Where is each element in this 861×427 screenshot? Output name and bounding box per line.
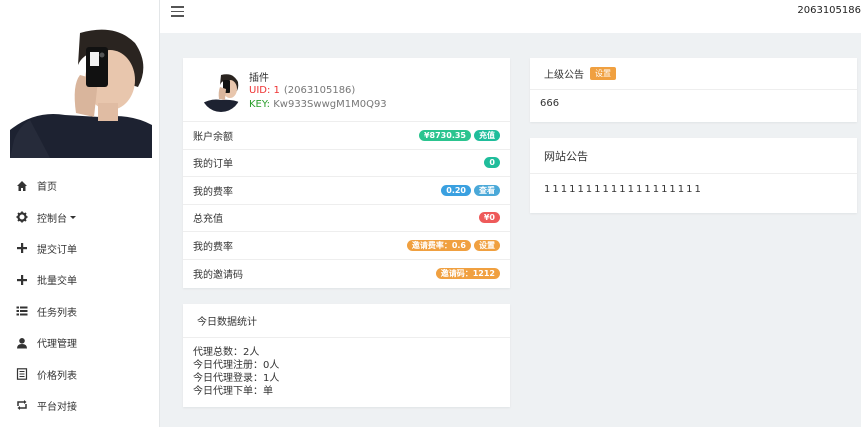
row-label: 我的订单 xyxy=(193,159,233,171)
profile-card: 插件 UID: 1 (2063105186) KEY: Kw933SwwgM1M0… xyxy=(183,58,510,288)
invite-code-badge[interactable]: 邀请码：1212 xyxy=(435,267,500,279)
card-title: 今日数据统计 xyxy=(183,304,510,338)
sidebar-item-label: 价格列表 xyxy=(37,370,77,382)
key-value: Kw933SwwgM1M0Q93 xyxy=(273,99,387,110)
profile-name: 插件 xyxy=(249,73,269,84)
view-rate-button[interactable]: 查看 xyxy=(474,184,500,196)
uid-number: (2063105186) xyxy=(283,85,356,96)
total-recharge-badge: ¥0 xyxy=(478,212,500,224)
total-recharge-row: 总充值 ¥0 xyxy=(183,205,510,232)
sidebar-item-task-list[interactable]: 任务列表 xyxy=(0,296,160,327)
site-notice-card: 网站公告 1111111111111111111 xyxy=(530,138,857,213)
balance-badge: ¥8730.35 xyxy=(418,129,471,141)
user-icon xyxy=(16,337,28,349)
today-stats-card: 今日数据统计 代理总数：2人 今日代理注册：0人 今日代理登录：1人 今日代理下… xyxy=(183,304,510,407)
row-label: 我的费率 xyxy=(193,186,233,198)
set-invite-rate-button[interactable]: 设置 xyxy=(474,239,500,251)
recharge-button[interactable]: 充值 xyxy=(474,129,500,141)
stats-line: 今日代理注册：0人 xyxy=(193,360,280,371)
avatar xyxy=(10,25,152,158)
invite-rate-row: 我的费率 邀请费率：0.6 设置 xyxy=(183,232,510,260)
menu-toggle-icon[interactable] xyxy=(171,6,184,17)
plus-icon xyxy=(16,242,28,254)
stats-line: 今日代理登录：1人 xyxy=(193,373,280,384)
sidebar-item-label: 平台对接 xyxy=(37,401,77,413)
card-title: 网站公告 xyxy=(530,138,857,174)
retweet-icon xyxy=(16,399,28,411)
sidebar-item-label: 首页 xyxy=(37,182,57,194)
row-label: 我的邀请码 xyxy=(193,269,243,281)
row-label: 总充值 xyxy=(193,214,223,226)
row-label: 账户余额 xyxy=(193,131,233,143)
sidebar: 首页 控制台 提交订单 批量交单 任务列表 代理管理 价格列表 平台对接 xyxy=(0,0,160,427)
uid-label: UID: 1 xyxy=(249,85,280,96)
sidebar-item-label: 批量交单 xyxy=(37,276,77,288)
profile-key: KEY: Kw933SwwgM1M0Q93 xyxy=(249,99,387,110)
profile-uid: UID: 1 (2063105186) xyxy=(249,85,355,96)
card-title: 上级公告 设置 xyxy=(530,58,857,90)
notice-title: 上级公告 xyxy=(544,70,584,81)
document-icon xyxy=(16,368,28,380)
stats-line: 今日代理下单：单 xyxy=(193,386,273,397)
home-icon xyxy=(16,180,28,192)
sidebar-item-home[interactable]: 首页 xyxy=(0,170,160,201)
key-label: KEY: xyxy=(249,99,271,110)
sidebar-item-label: 提交订单 xyxy=(37,244,77,256)
sidebar-item-batch-order[interactable]: 批量交单 xyxy=(0,264,160,295)
sidebar-item-submit-order[interactable]: 提交订单 xyxy=(0,233,160,264)
chevron-down-icon xyxy=(70,215,76,219)
stats-body: 代理总数：2人 今日代理注册：0人 今日代理登录：1人 今日代理下单：单 xyxy=(183,338,510,406)
balance-row: 账户余额 ¥8730.35 充值 xyxy=(183,122,510,150)
sidebar-nav: 首页 控制台 提交订单 批量交单 任务列表 代理管理 价格列表 平台对接 xyxy=(0,170,160,421)
stats-line: 代理总数：2人 xyxy=(193,347,260,358)
orders-row[interactable]: 我的订单 0 xyxy=(183,150,510,177)
sidebar-item-label: 控制台 xyxy=(37,213,67,225)
sidebar-item-console[interactable]: 控制台 xyxy=(0,201,160,232)
avatar xyxy=(201,72,241,112)
rate-row: 我的费率 0.20 查看 xyxy=(183,177,510,205)
invite-code-row: 我的邀请码 邀请码：1212 xyxy=(183,260,510,288)
sidebar-item-label: 代理管理 xyxy=(37,339,77,351)
notice-content: 1111111111111111111 xyxy=(544,184,703,195)
gear-icon xyxy=(16,211,28,223)
order-count-badge: 0 xyxy=(484,157,500,169)
topbar: 2063105186 xyxy=(160,0,861,33)
set-notice-button[interactable]: 设置 xyxy=(590,67,616,80)
notice-content: 666 xyxy=(540,98,560,109)
sidebar-item-price-list[interactable]: 价格列表 xyxy=(0,358,160,389)
plus-icon xyxy=(16,274,28,286)
row-label: 我的费率 xyxy=(193,241,233,253)
sidebar-item-agent-management[interactable]: 代理管理 xyxy=(0,327,160,358)
parent-notice-card: 上级公告 设置 666 xyxy=(530,58,857,122)
top-user-id[interactable]: 2063105186 xyxy=(797,5,861,16)
profile-header: 插件 UID: 1 (2063105186) KEY: Kw933SwwgM1M0… xyxy=(183,58,510,122)
sidebar-item-label: 任务列表 xyxy=(37,307,77,319)
list-icon xyxy=(16,305,28,317)
invite-rate-badge: 邀请费率：0.6 xyxy=(406,239,471,251)
rate-badge: 0.20 xyxy=(441,184,471,196)
sidebar-item-platform-integration[interactable]: 平台对接 xyxy=(0,390,160,421)
